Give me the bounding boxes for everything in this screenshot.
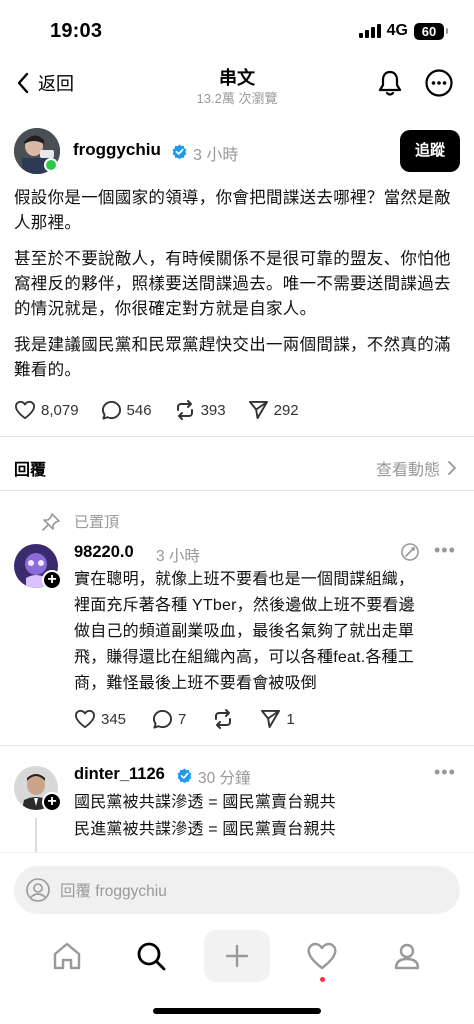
reply-text-line: 飛，賺得還比在組織內高，可以各種feat.各種工 (74, 649, 414, 666)
reply-text-line: 實在聰明，就像上班不要看也是一個間諜組織， (74, 571, 415, 588)
heart-icon (75, 709, 95, 729)
share-icon (248, 400, 268, 420)
share-button[interactable]: 292 (248, 400, 299, 420)
more-options-icon[interactable]: ••• (434, 762, 456, 783)
bottom-tab-bar (0, 926, 474, 990)
repost-icon (215, 709, 232, 729)
search-icon (137, 942, 166, 971)
post-actions: 8,079 546 393 292 (14, 399, 321, 421)
reply-username[interactable]: dinter_1126 (74, 765, 165, 784)
post-time: 3 小時 (193, 147, 239, 164)
tab-home[interactable] (37, 930, 97, 982)
chevron-right-icon (448, 461, 456, 475)
tab-activity[interactable] (292, 930, 352, 982)
view-activity-link[interactable]: 查看動態 (376, 456, 456, 480)
heart-icon (15, 400, 35, 420)
comment-icon (152, 709, 173, 729)
tab-create[interactable] (204, 930, 270, 982)
status-indicators: 4G 60 (358, 22, 448, 40)
online-status-dot (44, 158, 58, 172)
post-paragraph: 假設你是一個國家的領導，你會把間諜送去哪裡？當然是敵人那裡。 (14, 189, 451, 232)
share-icon (261, 709, 281, 729)
like-count: 8,079 (41, 401, 79, 419)
verified-badge-icon (177, 768, 192, 783)
replies-header: 回覆 (14, 462, 47, 479)
verified-badge-icon (172, 144, 187, 159)
post-username[interactable]: froggychiu (73, 140, 161, 160)
post-paragraph: 我是建議國民黨和民眾黨趕快交出一兩個間諜，不然真的滿難看的。 (14, 336, 451, 379)
tab-profile[interactable] (377, 930, 437, 982)
network-type: 4G (386, 22, 408, 39)
reply-text-line: 商，難怪最後上班不要看會被吸倒 (74, 675, 318, 692)
reply-time: 30 分鐘 (198, 770, 251, 787)
comment-icon (101, 400, 121, 420)
divider (0, 852, 474, 853)
like-count: 345 (101, 710, 127, 728)
like-button[interactable]: 345 (74, 709, 126, 729)
view-activity-label: 查看動態 (375, 462, 440, 479)
profile-icon (394, 943, 420, 970)
pinned-text: 已置頂 (74, 514, 120, 531)
post-paragraph: 甚至於不要說敵人，有時候關係不是很可靠的盟友、你怕他窩裡反的夥伴，照樣要送間諜過… (14, 250, 451, 318)
signal-icon (358, 24, 381, 38)
tab-search[interactable] (121, 930, 181, 982)
home-indicator (153, 1008, 321, 1014)
bell-icon[interactable] (375, 68, 405, 98)
top-bar: 返回 串文 13.2萬 次瀏覽 (0, 58, 474, 108)
reply-username[interactable]: 98220.0 (74, 543, 134, 562)
comment-count: 7 (178, 710, 187, 728)
share-count: 1 (286, 710, 295, 728)
follow-button[interactable]: 追蹤 (400, 130, 460, 172)
status-time: 19:03 (50, 20, 103, 42)
comment-count: 546 (126, 401, 152, 419)
divider (0, 436, 474, 437)
home-icon (53, 942, 81, 970)
heart-icon (307, 942, 337, 970)
comment-button[interactable]: 7 (152, 709, 186, 730)
share-count: 292 (273, 401, 299, 419)
ai-edit-icon[interactable] (400, 542, 420, 562)
share-button[interactable]: 1 (260, 709, 295, 729)
like-button[interactable]: 8,079 (14, 400, 79, 420)
repost-button[interactable]: 393 (174, 399, 226, 421)
battery-icon: 60 (414, 22, 448, 40)
reply-text-line: 做自己的頻道副業吸血，最後名氣夠了就出走單 (74, 623, 415, 640)
repost-count: 393 (200, 401, 226, 419)
plus-icon (225, 944, 249, 968)
status-bar: 19:03 4G 60 (0, 0, 474, 56)
reply-composer[interactable]: 回覆 froggychiu (14, 866, 460, 914)
reply-actions: 345 7 1 (74, 708, 317, 730)
divider (0, 745, 474, 746)
divider (0, 490, 474, 491)
follow-plus-icon[interactable]: + (42, 570, 62, 590)
thread-line (35, 818, 37, 852)
comment-button[interactable]: 546 (101, 400, 152, 421)
repost-icon (176, 400, 193, 420)
repost-button[interactable] (212, 708, 234, 730)
reply-time: 3 小時 (156, 548, 200, 565)
follow-plus-icon[interactable]: + (42, 792, 62, 812)
more-options-icon[interactable] (424, 68, 454, 98)
pinned-label: 已置頂 (42, 511, 119, 532)
composer-placeholder: 回覆 froggychiu (60, 883, 167, 900)
reply-text-line: 國民黨被共諜滲透 = 國民黨賣台親共 (74, 794, 336, 811)
reply-text-line: 民進黨被共諜滲透 = 國民黨賣台親共 (74, 821, 336, 838)
pin-icon (42, 512, 60, 531)
more-options-icon[interactable]: ••• (434, 540, 456, 561)
notification-dot (320, 977, 325, 982)
reply-text-line: 裡面充斥著各種 YTber，然後邊做上班不要看邊 (74, 597, 415, 614)
user-avatar-icon (26, 878, 50, 902)
